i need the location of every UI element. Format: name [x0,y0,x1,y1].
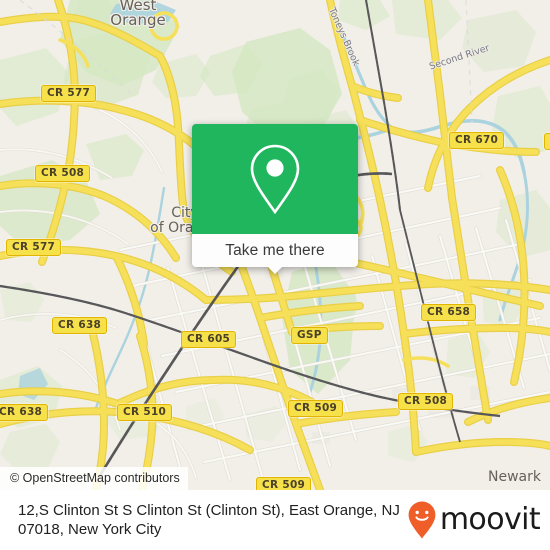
shield-cr-658[interactable]: CR 658 [421,304,477,321]
place-label-newark: Newark [488,469,541,485]
shield-cr-509-mid[interactable]: CR 509 [288,400,344,417]
footer-bar: 12,S Clinton St S Clinton St (Clinton St… [0,490,550,550]
shield-cr-638-mid[interactable]: CR 638 [52,317,108,334]
shield-cr-577-left[interactable]: CR 577 [6,239,62,256]
shield-cr-partial-right[interactable]: C [544,133,550,150]
map-pin-icon [250,144,300,215]
shield-cr-670[interactable]: CR 670 [449,132,505,149]
place-label-west-orange: West Orange [110,0,166,29]
shield-cr-510[interactable]: CR 510 [117,404,173,421]
address-text: 12,S Clinton St S Clinton St (Clinton St… [18,502,400,538]
moovit-wordmark: moovit [439,502,541,537]
shield-cr-577-top[interactable]: CR 577 [41,85,97,102]
map-screen: .gp{fill:#d5e7c3;} .wb{fill:#aad3df;} .w… [0,0,550,550]
moovit-brand[interactable]: moovit [407,500,541,540]
shield-cr-508-right[interactable]: CR 508 [398,393,454,410]
location-popup-card[interactable]: Take me there [192,124,358,274]
map-attribution[interactable]: © OpenStreetMap contributors [0,467,188,490]
popup-pointer-tail [267,266,283,274]
shield-cr-605[interactable]: CR 605 [181,331,237,348]
popup-card-action[interactable]: Take me there [192,234,358,274]
moovit-smiley-pin-icon [408,501,436,539]
shield-cr-508[interactable]: CR 508 [35,165,91,182]
popup-card-header [192,124,358,234]
shield-gsp[interactable]: GSP [291,327,328,344]
shield-cr-509-bottom[interactable]: CR 509 [256,477,312,490]
shield-cr-638-bottom[interactable]: CR 638 [0,404,49,421]
take-me-there-label: Take me there [225,242,325,259]
